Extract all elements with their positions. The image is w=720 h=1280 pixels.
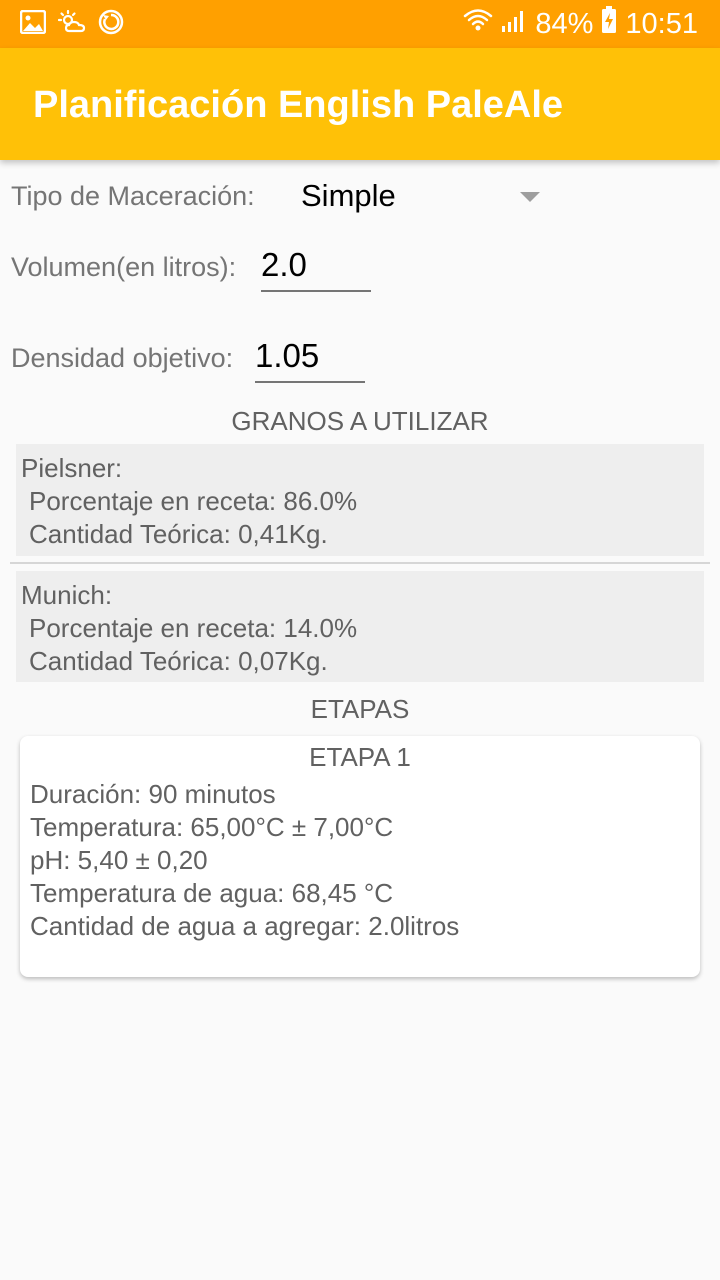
volume-input[interactable]: 2.0 [261,240,371,294]
stage-water-amount: Cantidad de agua a agregar: 2.0litros [30,911,460,941]
grain-percent: Porcentaje en receta: 14.0% [29,613,358,643]
app-bar: Planificación English PaleAle [0,48,720,160]
battery-percent: 84% [535,7,594,40]
stage-card[interactable]: ETAPA 1 Duración: 90 minutos Temperatura… [20,736,700,977]
density-label: Densidad objetivo: [11,343,234,373]
dropdown-arrow-icon [520,189,540,207]
maceration-label: Tipo de Maceración: [11,181,255,211]
volume-value: 2.0 [261,246,307,283]
grain-name: Munich: [21,580,113,610]
volume-label: Volumen(en litros): [11,252,237,282]
density-value: 1.05 [255,337,320,374]
notification-icons [19,9,124,40]
grain-amount: Cantidad Teórica: 0,41Kg. [29,519,328,549]
weather-icon [57,9,86,39]
grain-divider [10,562,710,564]
image-icon [19,9,47,39]
grain-item-pielsner[interactable]: Pielsner: Porcentaje en receta: 86.0% Ca… [16,444,704,556]
status-bar: 84% 10:51 [0,0,720,48]
clock: 10:51 [625,7,698,40]
volume-underline [261,290,371,292]
density-underline [255,381,365,383]
stage-water-temperature: Temperatura de agua: 68,45 °C [30,878,394,908]
stage-duration: Duración: 90 minutos [30,779,276,809]
wifi-icon [463,7,493,41]
grain-amount: Cantidad Teórica: 0,07Kg. [29,646,328,676]
grain-item-munich[interactable]: Munich: Porcentaje en receta: 14.0% Cant… [16,571,704,682]
density-input[interactable]: 1.05 [255,331,365,385]
maceration-value: Simple [301,178,396,213]
maceration-spinner[interactable]: Simple [290,170,560,222]
sync-icon [98,9,124,40]
grains-title: GRANOS A UTILIZAR [231,406,489,436]
grain-percent: Porcentaje en receta: 86.0% [29,486,358,516]
stage-ph: pH: 5,40 ± 0,20 [30,845,208,875]
battery-icon [601,6,617,42]
stage-temperature: Temperatura: 65,00°C ± 7,00°C [30,812,394,842]
stage-title: ETAPA 1 [309,742,411,772]
status-right: 84% 10:51 [463,6,698,42]
signal-icon [501,7,527,41]
stages-title: ETAPAS [310,694,410,724]
page-title: Planificación English PaleAle [33,84,564,126]
grain-name: Pielsner: [21,453,123,483]
stage-details: Duración: 90 minutos Temperatura: 65,00°… [30,778,459,943]
